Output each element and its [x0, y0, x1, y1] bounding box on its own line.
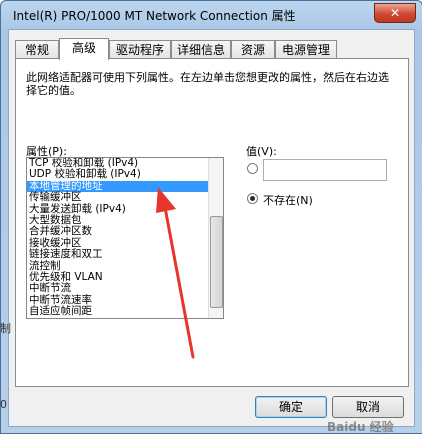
value-label: 值(V): [246, 145, 277, 158]
property-list[interactable]: TCP 校验和卸载 (IPv4) UDP 校验和卸载 (IPv4) 本地管理的地… [26, 157, 224, 319]
not-present-radio[interactable] [247, 193, 258, 204]
not-present-label: 不存在(N) [263, 194, 313, 207]
properties-window: Intel(R) PRO/1000 MT Network Connection … [0, 0, 423, 434]
background-text-fragment: 制 [0, 322, 11, 335]
dialog-client-area: 常规 高级 驱动程序 详细信息 资源 电源管理 此网络适配器可使用下列属性。在左… [8, 29, 415, 434]
tab-advanced[interactable]: 高级 [59, 38, 109, 60]
close-button[interactable]: ✕ [374, 3, 416, 23]
tab-details[interactable]: 详细信息 [171, 40, 231, 59]
cancel-button[interactable]: 取消 [332, 396, 404, 418]
tab-general[interactable]: 常规 [15, 40, 59, 59]
close-icon: ✕ [389, 6, 401, 20]
value-radio[interactable] [247, 163, 258, 174]
advanced-panel: 此网络适配器可使用下列属性。在左边单击您想更改的属性，然后在右边选择它的值。 属… [15, 58, 409, 387]
property-list-scrollbar[interactable] [208, 158, 223, 318]
window-title: Intel(R) PRO/1000 MT Network Connection … [13, 9, 296, 23]
tab-power-management[interactable]: 电源管理 [275, 40, 337, 59]
property-list-item[interactable]: 中断节流 [27, 282, 223, 294]
value-input[interactable] [263, 159, 387, 181]
title-bar[interactable]: Intel(R) PRO/1000 MT Network Connection … [1, 1, 422, 29]
background-text-fragment: 0 [0, 398, 7, 411]
property-list-item[interactable]: 链接速度和双工 [27, 248, 223, 260]
tab-resources[interactable]: 资源 [231, 40, 275, 59]
panel-description: 此网络适配器可使用下列属性。在左边单击您想更改的属性，然后在右边选择它的值。 [26, 71, 389, 97]
background-window-edge [422, 0, 429, 438]
tab-driver[interactable]: 驱动程序 [109, 40, 171, 59]
ok-button[interactable]: 确定 [255, 396, 327, 418]
property-list-item[interactable]: 传输缓冲区 [27, 191, 223, 203]
property-list-item[interactable]: 自适应帧间距 [27, 305, 223, 317]
watermark-logo: Baidu 经验 [327, 420, 394, 434]
scrollbar-thumb[interactable] [210, 216, 223, 308]
